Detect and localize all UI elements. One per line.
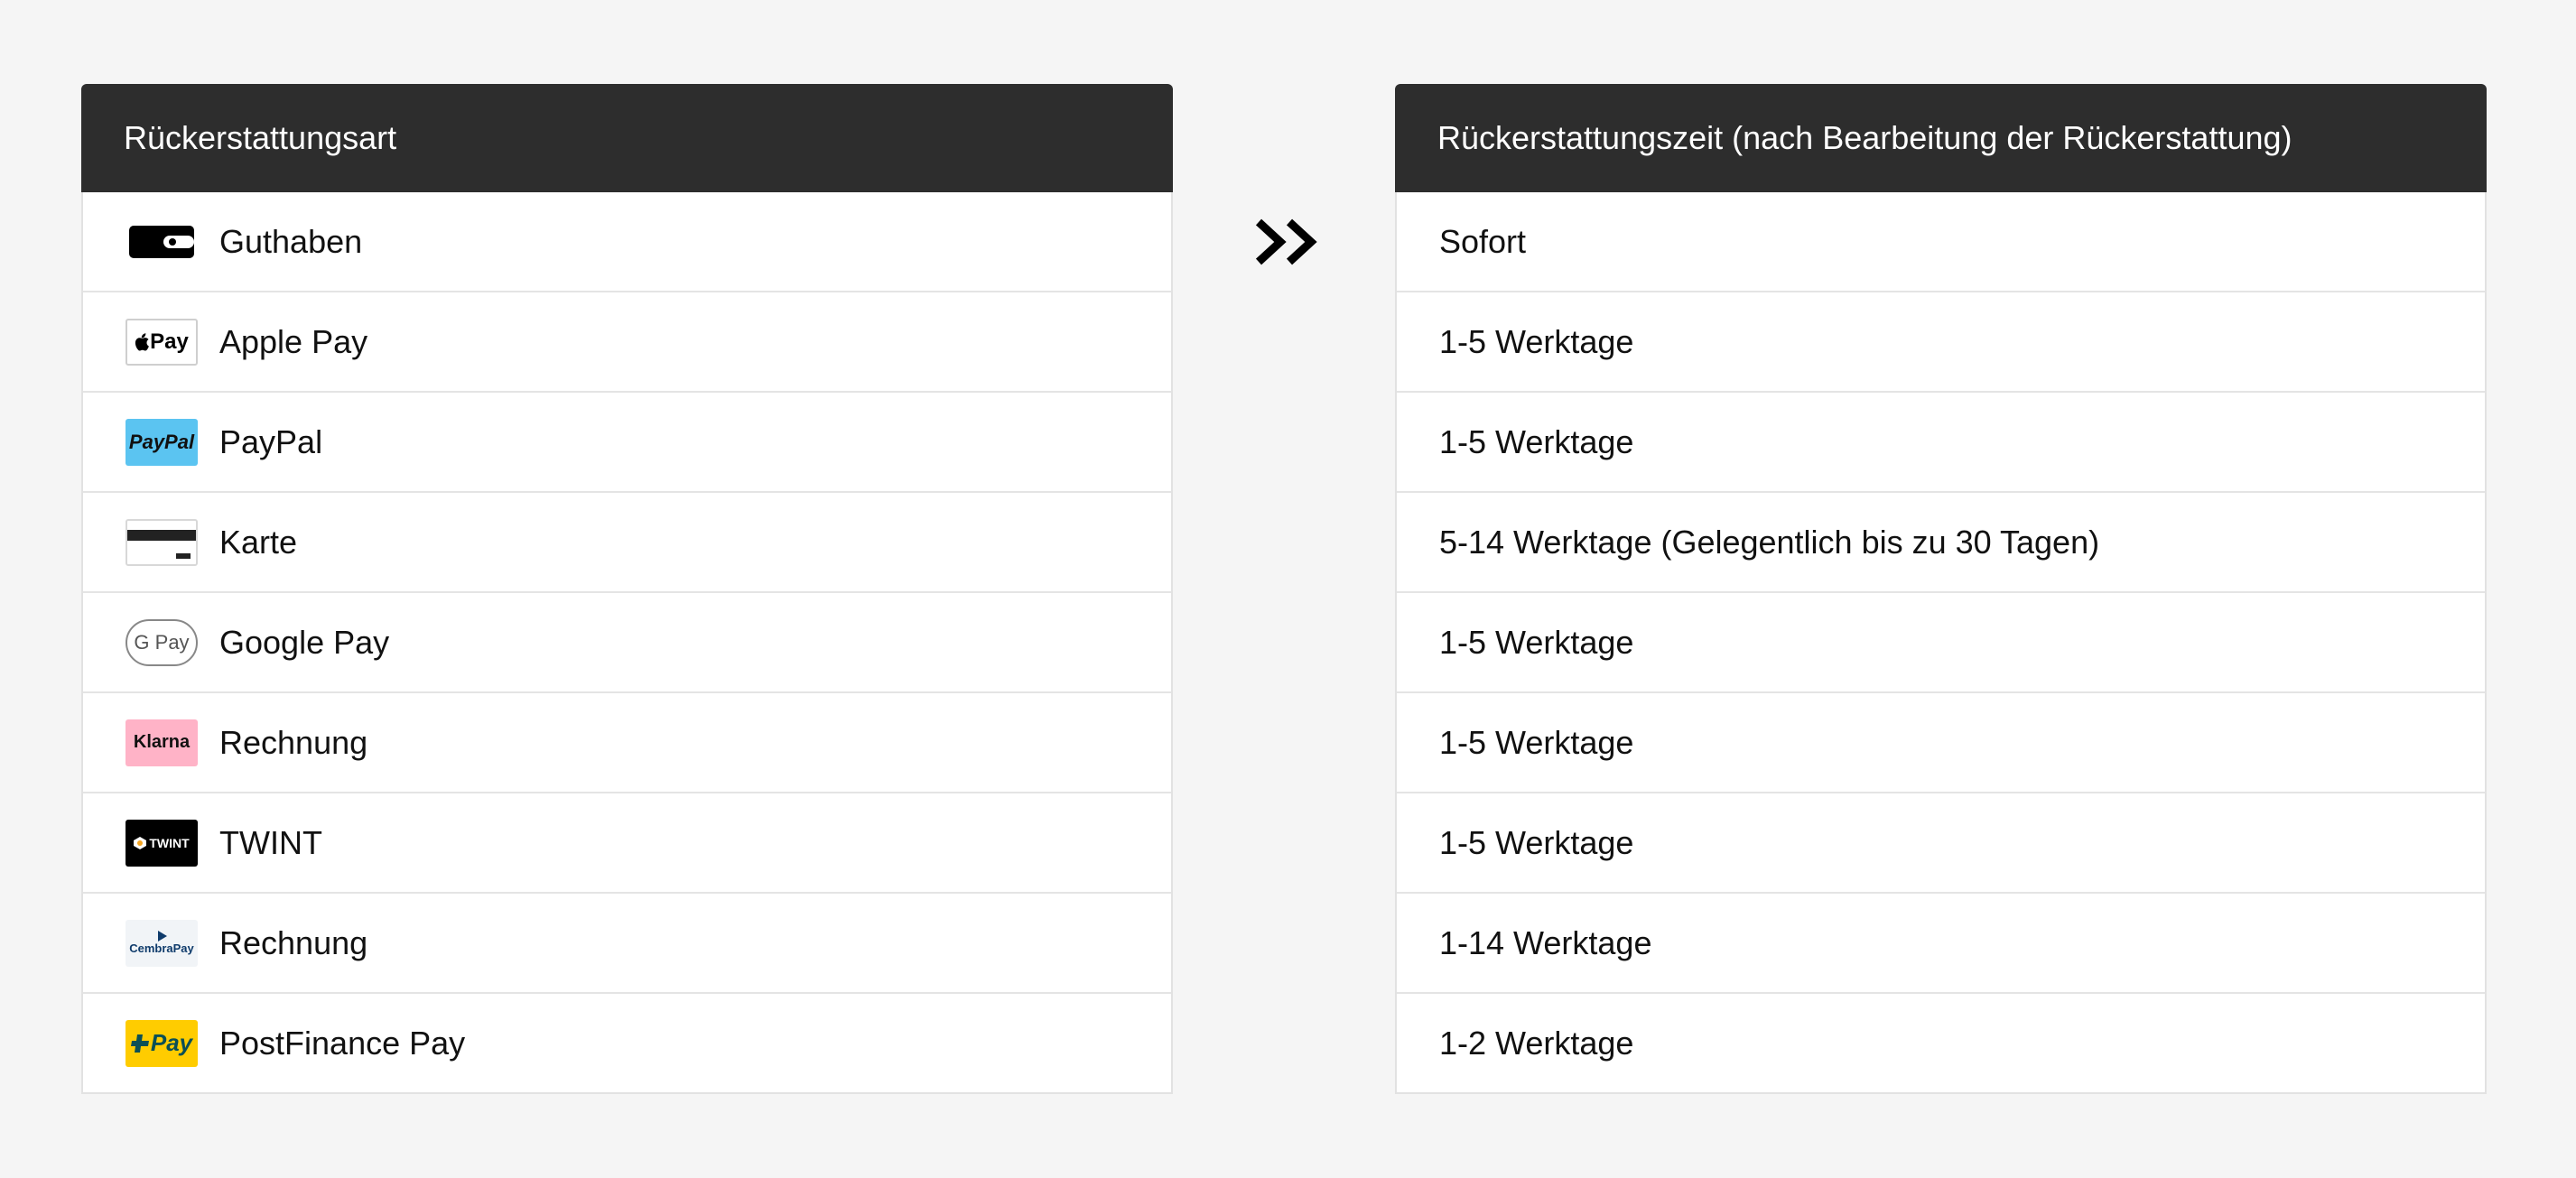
refund-type-label: Rechnung — [219, 723, 368, 761]
table-row: Guthaben — [83, 192, 1171, 292]
refund-type-table: Rückerstattungsart Guthaben Pay Apple Pa… — [81, 84, 1173, 1094]
table-row: Sofort — [1397, 192, 2485, 292]
table-row: 1-14 Werktage — [1397, 894, 2485, 994]
refund-time-label: Sofort — [1439, 222, 1527, 260]
table-row: 1-5 Werktage — [1397, 693, 2485, 793]
twint-logo-text: TWINT — [149, 835, 190, 850]
table-row: PayPal PayPal — [83, 393, 1171, 493]
refund-type-label: TWINT — [219, 823, 322, 861]
apple-pay-logo-text: Pay — [150, 329, 189, 354]
refund-time-label: 5-14 Werktage (Gelegentlich bis zu 30 Ta… — [1439, 523, 2100, 561]
table-row: Klarna Rechnung — [83, 693, 1171, 793]
refund-time-table: Rückerstattungszeit (nach Bearbeitung de… — [1395, 84, 2487, 1094]
apple-pay-logo: Pay — [126, 318, 198, 366]
double-chevron-right-icon — [1255, 218, 1317, 265]
table-row: 1-2 Werktage — [1397, 994, 2485, 1092]
paypal-logo: PayPal — [126, 418, 198, 466]
twint-logo: TWINT — [126, 819, 198, 867]
wallet-icon — [126, 218, 198, 265]
table-row: 1-5 Werktage — [1397, 793, 2485, 894]
refund-type-label: PayPal — [219, 422, 323, 460]
card-icon — [126, 518, 198, 566]
refund-type-label: Karte — [219, 523, 298, 561]
google-pay-logo-text: G Pay — [134, 630, 190, 654]
refund-time-label: 1-5 Werktage — [1439, 623, 1634, 661]
refund-type-label: Guthaben — [219, 222, 363, 260]
table-row: CembraPay Rechnung — [83, 894, 1171, 994]
refund-type-label: Apple Pay — [219, 322, 368, 360]
refund-time-header: Rückerstattungszeit (nach Bearbeitung de… — [1395, 84, 2487, 192]
table-row: Pay PostFinance Pay — [83, 994, 1171, 1092]
refund-time-label: 1-2 Werktage — [1439, 1024, 1634, 1062]
postfinance-pay-logo-text: Pay — [150, 1029, 193, 1056]
table-row: Karte — [83, 493, 1171, 593]
refund-type-label: Rechnung — [219, 923, 368, 961]
table-row: 1-5 Werktage — [1397, 292, 2485, 393]
klarna-logo-text: Klarna — [133, 732, 191, 752]
table-row: 1-5 Werktage — [1397, 593, 2485, 693]
refund-time-label: 1-5 Werktage — [1439, 422, 1634, 460]
cembrapay-logo-text: CembraPay — [129, 941, 194, 955]
cembrapay-logo: CembraPay — [126, 919, 198, 967]
table-row: 5-14 Werktage (Gelegentlich bis zu 30 Ta… — [1397, 493, 2485, 593]
refund-type-label: PostFinance Pay — [219, 1024, 466, 1062]
refund-time-label: 1-14 Werktage — [1439, 923, 1652, 961]
table-row: G Pay Google Pay — [83, 593, 1171, 693]
table-row: 1-5 Werktage — [1397, 393, 2485, 493]
klarna-logo: Klarna — [126, 719, 198, 766]
google-pay-logo: G Pay — [126, 618, 198, 666]
refund-type-header: Rückerstattungsart — [81, 84, 1173, 192]
table-row: Pay Apple Pay — [83, 292, 1171, 393]
refund-time-label: 1-5 Werktage — [1439, 322, 1634, 360]
refund-time-label: 1-5 Werktage — [1439, 723, 1634, 761]
paypal-logo-text: PayPal — [128, 430, 195, 453]
postfinance-pay-logo: Pay — [126, 1019, 198, 1067]
refund-type-label: Google Pay — [219, 623, 390, 661]
refund-time-label: 1-5 Werktage — [1439, 823, 1634, 861]
table-row: TWINT TWINT — [83, 793, 1171, 894]
